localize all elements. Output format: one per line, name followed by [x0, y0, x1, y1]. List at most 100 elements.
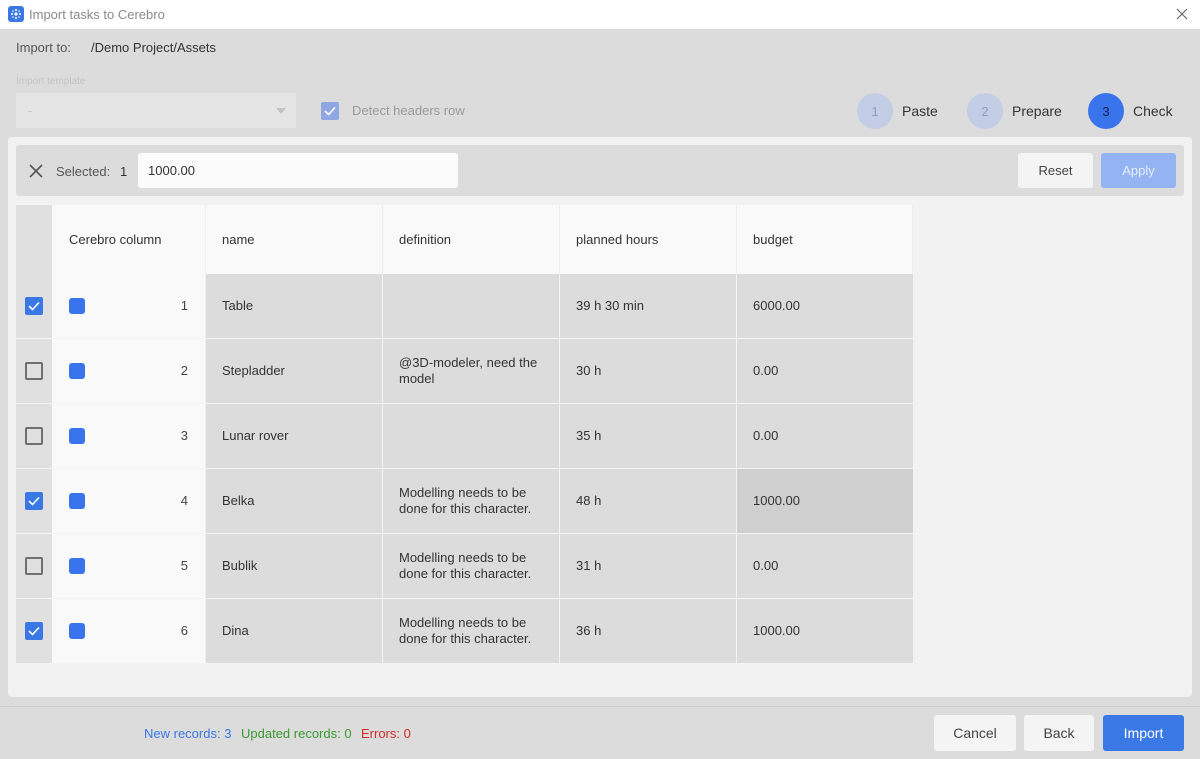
table-row[interactable]: 3 Lunar rover 35 h 0.00 [16, 404, 913, 469]
name-cell[interactable]: Stepladder [206, 339, 383, 403]
import-table: Cerebro column name definition planned h… [16, 205, 913, 664]
window-title: Import tasks to Cerebro [29, 7, 165, 22]
check-icon [28, 496, 40, 506]
reset-button[interactable]: Reset [1018, 153, 1093, 188]
footer-divider [0, 706, 1200, 707]
chevron-down-icon [276, 108, 286, 114]
row-checkbox[interactable] [25, 297, 43, 315]
table-row[interactable]: 2 Stepladder @3D-modeler, need the model 30… [16, 339, 913, 404]
row-checkbox-cell [16, 404, 52, 468]
errors-count: Errors: 0 [361, 726, 411, 741]
table-row[interactable]: 6 Dina Modelling needs to be done for this… [16, 599, 913, 664]
budget-cell[interactable]: 6000.00 [737, 274, 913, 338]
name-cell[interactable]: Bublik [206, 534, 383, 598]
step-number: 1 [857, 93, 893, 129]
import-to-label: Import to: [16, 40, 71, 55]
cerebro-app-icon [8, 6, 24, 22]
row-index: 2 [180, 363, 188, 378]
definition-cell[interactable] [383, 274, 560, 338]
detect-headers-checkbox[interactable] [321, 102, 339, 120]
definition-cell[interactable]: Modelling needs to be done for this char… [383, 599, 560, 663]
row-index: 4 [180, 493, 188, 508]
row-checkbox-cell [16, 339, 52, 403]
row-checkbox-cell [16, 534, 52, 598]
cerebro-column-cell[interactable]: 5 [52, 534, 206, 598]
header-name[interactable]: name [206, 205, 383, 274]
row-checkbox[interactable] [25, 492, 43, 510]
budget-cell[interactable]: 1000.00 [737, 469, 913, 533]
header-planned-hours[interactable]: planned hours [560, 205, 737, 274]
selected-label: Selected: [56, 164, 111, 179]
table-row[interactable]: 4 Belka Modelling needs to be done for thi… [16, 469, 913, 534]
header-cerebro-column[interactable]: Cerebro column [52, 205, 206, 274]
import-to-path: /Demo Project/Assets [91, 40, 216, 55]
row-index: 1 [180, 298, 188, 313]
selected-count: 1 [120, 164, 128, 179]
budget-cell[interactable]: 0.00 [737, 339, 913, 403]
title-bar: Import tasks to Cerebro [0, 0, 1200, 29]
task-colour-square [69, 428, 85, 444]
import-template-label: Import template [16, 76, 86, 87]
header-checkbox-cell [16, 205, 52, 274]
clear-selection-icon[interactable] [28, 163, 44, 179]
header-definition[interactable]: definition [383, 205, 560, 274]
cerebro-column-cell[interactable]: 3 [52, 404, 206, 468]
table-row[interactable]: 5 Bublik Modelling needs to be done for th… [16, 534, 913, 599]
header-budget[interactable]: budget [737, 205, 913, 274]
planned-hours-cell[interactable]: 30 h [560, 339, 737, 403]
planned-hours-cell[interactable]: 35 h [560, 404, 737, 468]
definition-cell[interactable]: Modelling needs to be done for this char… [383, 534, 560, 598]
apply-button[interactable]: Apply [1101, 153, 1176, 188]
step-paste[interactable]: 1 Paste [857, 93, 938, 129]
definition-cell[interactable]: @3D-modeler, need the model [383, 339, 560, 403]
planned-hours-cell[interactable]: 36 h [560, 599, 737, 663]
task-colour-square [69, 363, 85, 379]
updated-records-count: Updated records: 0 [241, 726, 352, 741]
back-button[interactable]: Back [1024, 715, 1094, 751]
table-row[interactable]: 1 Table 39 h 30 min 6000.00 [16, 274, 913, 339]
definition-cell[interactable] [383, 404, 560, 468]
budget-cell[interactable]: 0.00 [737, 534, 913, 598]
new-records-count: New records: 3 [144, 726, 232, 741]
planned-hours-cell[interactable]: 39 h 30 min [560, 274, 737, 338]
step-check[interactable]: 3 Check [1088, 93, 1173, 129]
table-header-row: Cerebro column name definition planned h… [16, 205, 913, 274]
name-cell[interactable]: Belka [206, 469, 383, 533]
step-number: 2 [967, 93, 1003, 129]
cerebro-column-cell[interactable]: 6 [52, 599, 206, 663]
import-template-value: - [28, 103, 33, 118]
step-label: Paste [902, 103, 938, 119]
cerebro-column-cell[interactable]: 4 [52, 469, 206, 533]
task-colour-square [69, 493, 85, 509]
cerebro-column-cell[interactable]: 2 [52, 339, 206, 403]
import-template-select[interactable]: - [16, 93, 296, 128]
check-icon [28, 301, 40, 311]
definition-cell[interactable]: Modelling needs to be done for this char… [383, 469, 560, 533]
name-cell[interactable]: Lunar rover [206, 404, 383, 468]
budget-cell[interactable]: 1000.00 [737, 599, 913, 663]
row-checkbox-cell [16, 469, 52, 533]
task-colour-square [69, 623, 85, 639]
name-cell[interactable]: Dina [206, 599, 383, 663]
step-label: Prepare [1012, 103, 1062, 119]
row-index: 6 [180, 623, 188, 638]
close-icon[interactable] [1174, 6, 1190, 22]
cancel-button[interactable]: Cancel [934, 715, 1016, 751]
name-cell[interactable]: Table [206, 274, 383, 338]
check-icon [324, 106, 336, 116]
row-checkbox-cell [16, 599, 52, 663]
row-checkbox[interactable] [25, 427, 43, 445]
selected-value-input[interactable] [138, 153, 458, 188]
step-prepare[interactable]: 2 Prepare [967, 93, 1062, 129]
row-checkbox[interactable] [25, 557, 43, 575]
task-colour-square [69, 558, 85, 574]
planned-hours-cell[interactable]: 48 h [560, 469, 737, 533]
cerebro-column-cell[interactable]: 1 [52, 274, 206, 338]
check-icon [28, 626, 40, 636]
row-checkbox[interactable] [25, 622, 43, 640]
row-checkbox[interactable] [25, 362, 43, 380]
import-button[interactable]: Import [1103, 715, 1184, 751]
detect-headers-label: Detect headers row [352, 103, 465, 118]
planned-hours-cell[interactable]: 31 h [560, 534, 737, 598]
budget-cell[interactable]: 0.00 [737, 404, 913, 468]
